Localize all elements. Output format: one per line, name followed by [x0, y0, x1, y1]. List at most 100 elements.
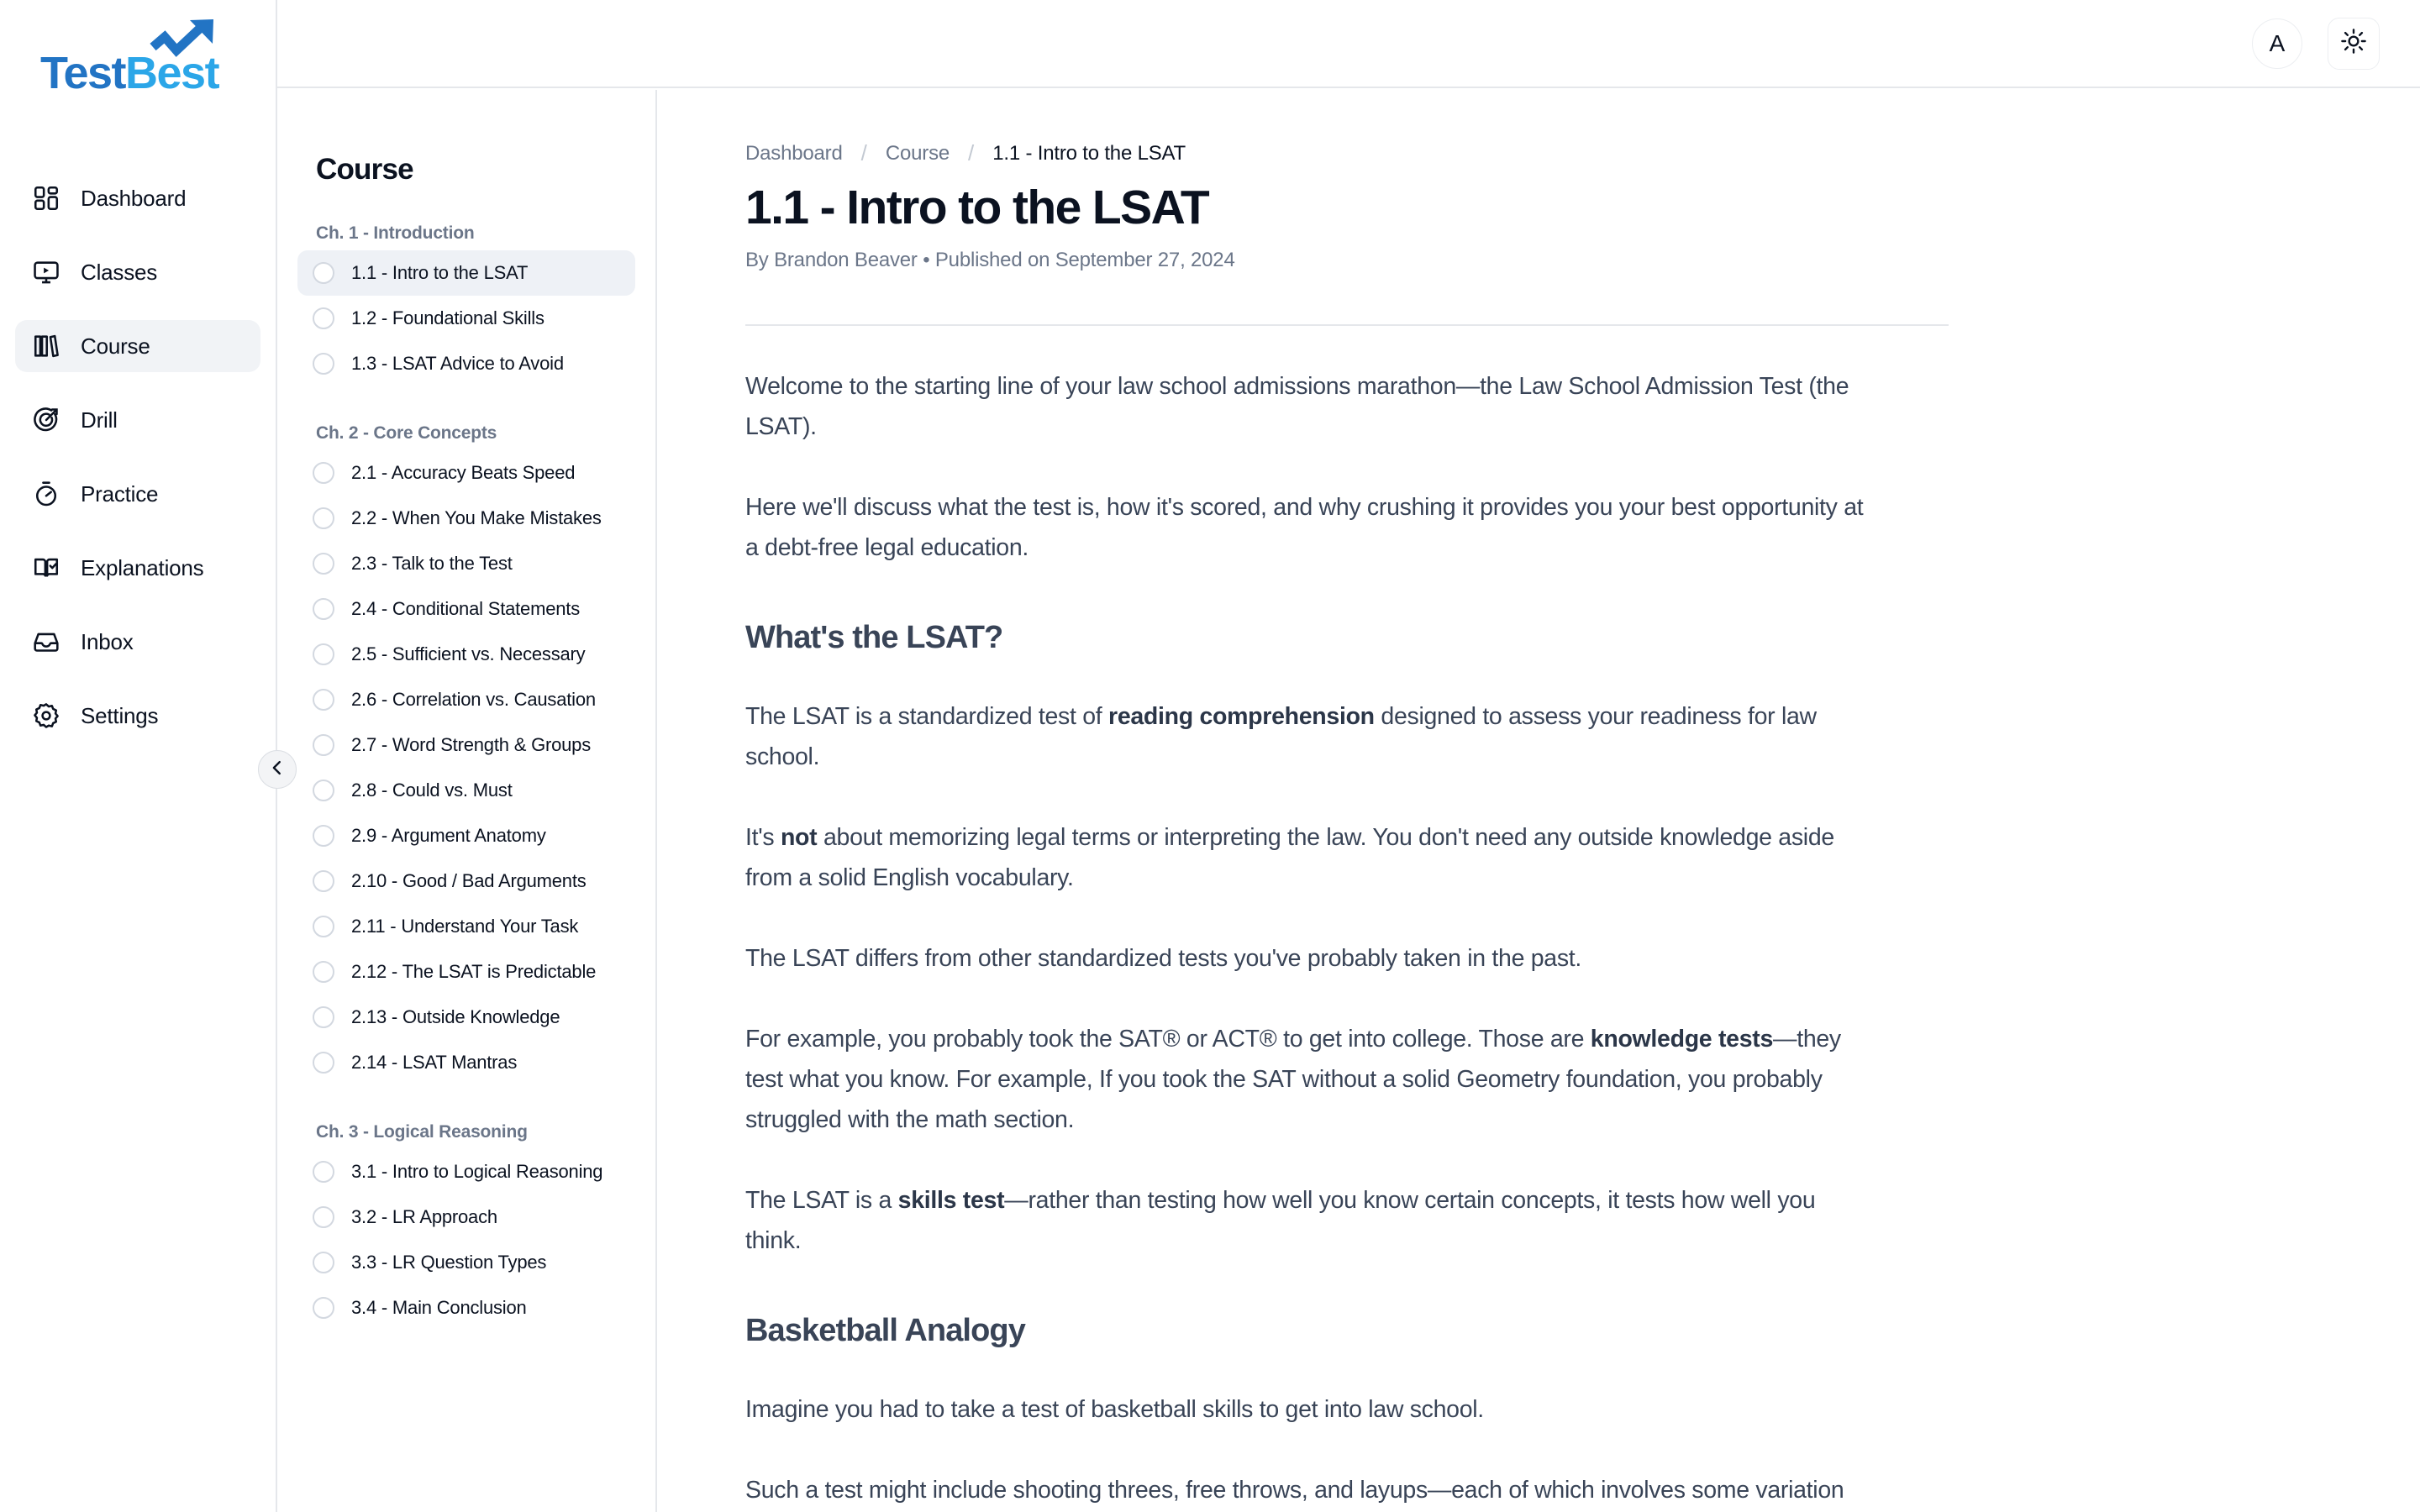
article-paragraph: The LSAT is a skills test—rather than te…: [745, 1187, 1816, 1254]
sidebar-item-label: Explanations: [81, 554, 204, 580]
lesson-label: 2.9 - Argument Anatomy: [351, 825, 546, 846]
lesson-status-radio-icon[interactable]: [313, 780, 334, 801]
sidebar-item-practice[interactable]: Practice: [15, 468, 260, 520]
sun-icon: [2340, 28, 2367, 59]
lesson-status-radio-icon[interactable]: [313, 1252, 334, 1273]
lesson-item[interactable]: 1.3 - LSAT Advice to Avoid: [297, 341, 635, 386]
sidebar-item-label: Course: [81, 333, 150, 359]
lesson-item[interactable]: 3.1 - Intro to Logical Reasoning: [297, 1149, 635, 1194]
sidebar-item-inbox[interactable]: Inbox: [15, 616, 260, 668]
course-panel-title: Course: [316, 153, 414, 186]
sidebar-item-dashboard[interactable]: Dashboard: [15, 172, 260, 224]
lesson-item[interactable]: 2.6 - Correlation vs. Causation: [297, 677, 635, 722]
lesson-item[interactable]: 2.11 - Understand Your Task: [297, 904, 635, 949]
article: Dashboard / Course / 1.1 - Intro to the …: [657, 90, 1949, 1512]
theme-toggle-button[interactable]: [2328, 17, 2380, 70]
gear-icon: [32, 701, 60, 730]
lesson-status-radio-icon[interactable]: [313, 825, 334, 847]
lesson-status-radio-icon[interactable]: [313, 689, 334, 711]
lesson-label: 2.10 - Good / Bad Arguments: [351, 870, 587, 891]
lesson-item[interactable]: 2.14 - LSAT Mantras: [297, 1040, 635, 1085]
lesson-label: 2.13 - Outside Knowledge: [351, 1006, 560, 1027]
course-outline-panel: Course Ch. 1 - Introduction 1.1 - Intro t…: [277, 90, 657, 1512]
article-paragraph: It's not about memorizing legal terms or…: [745, 824, 1834, 891]
lesson-status-radio-icon[interactable]: [313, 553, 334, 575]
target-arrow-icon: [32, 406, 60, 434]
sidebar-item-course[interactable]: Course: [15, 320, 260, 372]
lesson-status-radio-icon[interactable]: [313, 507, 334, 529]
lesson-label: 2.11 - Understand Your Task: [351, 916, 579, 937]
lesson-item[interactable]: 2.3 - Talk to the Test: [297, 541, 635, 586]
article-paragraph: Welcome to the starting line of your law…: [745, 373, 1849, 440]
lesson-status-radio-icon[interactable]: [313, 1006, 334, 1028]
lesson-item[interactable]: 2.7 - Word Strength & Groups: [297, 722, 635, 768]
brand-name-part1: Test: [40, 48, 127, 98]
sidebar-item-label: Drill: [81, 407, 118, 433]
lesson-item[interactable]: 3.3 - LR Question Types: [297, 1240, 635, 1285]
sidebar-item-settings[interactable]: Settings: [15, 690, 260, 742]
lesson-item[interactable]: 2.5 - Sufficient vs. Necessary: [297, 632, 635, 677]
article-paragraph: The LSAT is a standardized test of readi…: [745, 703, 1817, 770]
lesson-item[interactable]: 2.13 - Outside Knowledge: [297, 995, 635, 1040]
page-title: 1.1 - Intro to the LSAT: [745, 181, 1210, 234]
lesson-item[interactable]: 2.8 - Could vs. Must: [297, 768, 635, 813]
sidebar-item-explanations[interactable]: Explanations: [15, 542, 260, 594]
chapter-heading: Ch. 1 - Introduction: [316, 223, 475, 243]
lesson-status-radio-icon[interactable]: [313, 870, 334, 892]
top-header-bar: A: [277, 0, 2420, 88]
lesson-label: 2.3 - Talk to the Test: [351, 553, 513, 574]
brand-logo[interactable]: TestBest: [0, 0, 276, 172]
sidebar-item-label: Inbox: [81, 628, 134, 654]
lesson-item[interactable]: 1.2 - Foundational Skills: [297, 296, 635, 341]
lesson-status-radio-icon[interactable]: [313, 353, 334, 375]
article-paragraph: Imagine you had to take a test of basket…: [745, 1396, 1484, 1423]
sidebar-item-classes[interactable]: Classes: [15, 246, 260, 298]
sidebar-item-label: Dashboard: [81, 185, 187, 211]
lesson-status-radio-icon[interactable]: [313, 916, 334, 937]
lesson-label: 3.2 - LR Approach: [351, 1206, 497, 1227]
lesson-status-radio-icon[interactable]: [313, 643, 334, 665]
sidebar-collapse-button[interactable]: [258, 750, 297, 789]
lesson-item[interactable]: 1.1 - Intro to the LSAT: [297, 250, 635, 296]
lesson-item[interactable]: 2.2 - When You Make Mistakes: [297, 496, 635, 541]
stopwatch-icon: [32, 480, 60, 508]
chapter-heading: Ch. 2 - Core Concepts: [316, 423, 497, 443]
lesson-item[interactable]: 3.2 - LR Approach: [297, 1194, 635, 1240]
font-size-button[interactable]: A: [2252, 18, 2302, 69]
lesson-item[interactable]: 2.1 - Accuracy Beats Speed: [297, 450, 635, 496]
lesson-item[interactable]: 2.10 - Good / Bad Arguments: [297, 858, 635, 904]
lesson-status-radio-icon[interactable]: [313, 598, 334, 620]
lesson-label: 2.5 - Sufficient vs. Necessary: [351, 643, 586, 664]
lesson-status-radio-icon[interactable]: [313, 1161, 334, 1183]
books-icon: [32, 332, 60, 360]
lesson-status-radio-icon[interactable]: [313, 1052, 334, 1074]
lesson-status-radio-icon[interactable]: [313, 961, 334, 983]
breadcrumb-dashboard[interactable]: Dashboard: [745, 142, 843, 165]
lesson-label: 1.3 - LSAT Advice to Avoid: [351, 353, 564, 374]
lesson-item[interactable]: 2.12 - The LSAT is Predictable: [297, 949, 635, 995]
sidebar-item-drill[interactable]: Drill: [15, 394, 260, 446]
chapter-list: Ch. 1 - Introduction 1.1 - Intro to the L…: [297, 223, 635, 1331]
breadcrumb: Dashboard / Course / 1.1 - Intro to the …: [745, 140, 1867, 166]
breadcrumb-separator: /: [860, 140, 867, 165]
breadcrumb-course[interactable]: Course: [886, 142, 950, 165]
lesson-status-radio-icon[interactable]: [313, 262, 334, 284]
lesson-label: 3.3 - LR Question Types: [351, 1252, 547, 1273]
lesson-status-radio-icon[interactable]: [313, 1297, 334, 1319]
lesson-label: 2.7 - Word Strength & Groups: [351, 734, 592, 755]
lesson-label: 2.12 - The LSAT is Predictable: [351, 961, 597, 982]
open-book-check-icon: [32, 554, 60, 582]
lesson-label: 1.2 - Foundational Skills: [351, 307, 544, 328]
lesson-status-radio-icon[interactable]: [313, 462, 334, 484]
lesson-status-radio-icon[interactable]: [313, 1206, 334, 1228]
lesson-item[interactable]: 2.4 - Conditional Statements: [297, 586, 635, 632]
lesson-item[interactable]: 2.9 - Argument Anatomy: [297, 813, 635, 858]
inbox-tray-icon: [32, 627, 60, 656]
lesson-status-radio-icon[interactable]: [313, 307, 334, 329]
lesson-item[interactable]: 3.4 - Main Conclusion: [297, 1285, 635, 1331]
lesson-status-radio-icon[interactable]: [313, 734, 334, 756]
article-paragraph: For example, you probably took the SAT® …: [745, 1026, 1841, 1133]
lesson-label: 3.1 - Intro to Logical Reasoning: [351, 1161, 603, 1182]
lesson-label: 2.2 - When You Make Mistakes: [351, 507, 602, 528]
section-heading: Basketball Analogy: [745, 1313, 1026, 1348]
